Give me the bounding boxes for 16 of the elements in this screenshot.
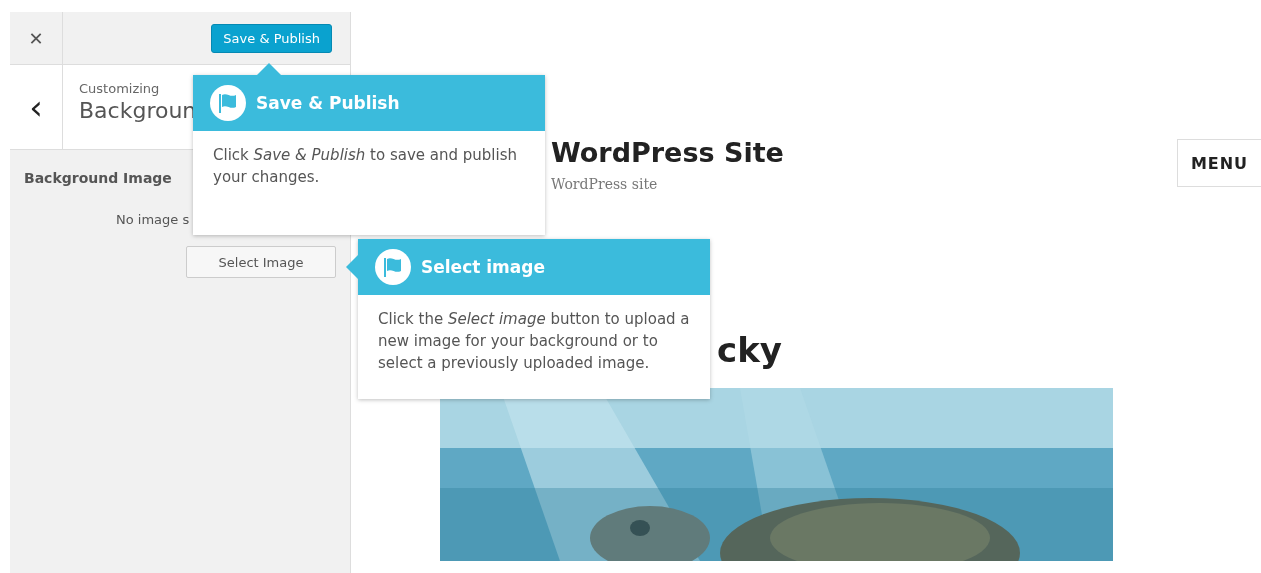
flag-icon: [375, 249, 411, 285]
panel-caption: Customizing: [79, 81, 161, 96]
no-image-text: No image s: [116, 212, 191, 227]
popover-title: Select image: [421, 257, 545, 277]
popover-title: Save & Publish: [256, 93, 400, 113]
popover-text: Click the Select image button to upload a new image for your background or to select a previously uploaded image.: [377, 309, 691, 374]
menu-button[interactable]: MENU: [1177, 139, 1261, 187]
popover-text: Click Save & Publish to save and publish your changes.: [212, 145, 518, 188]
flag-icon: [210, 85, 246, 121]
close-button[interactable]: ✕: [10, 12, 63, 64]
section-title: Background Image: [24, 170, 172, 186]
select-image-button[interactable]: Select Image: [186, 246, 336, 278]
post-title: cky: [717, 330, 782, 370]
panel-title: Backgroun: [79, 98, 197, 123]
site-title: WordPress Site: [551, 137, 784, 168]
site-tagline: WordPress site: [551, 176, 659, 192]
